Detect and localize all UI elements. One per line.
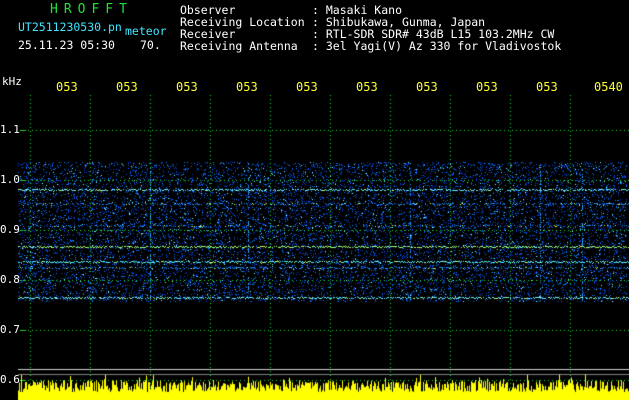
y-tick-label: 1.0 [0, 173, 20, 186]
x-tick-label: 053 [536, 80, 558, 94]
y-tick-label: 0.9 [0, 223, 20, 236]
y-unit-label: kHz [2, 75, 22, 88]
y-tick-label: 1.1 [0, 123, 20, 136]
x-tick-label: 053 [56, 80, 78, 94]
x-tick-label: 053 [476, 80, 498, 94]
detection-count: 70. [140, 38, 161, 52]
hrofft-window: HROFFT UT2511230530.pn meteor 25.11.23 0… [0, 0, 629, 400]
antenna-label: Receiving Antenna [180, 39, 298, 53]
x-tick-label: 053 [176, 80, 198, 94]
date-time: 25.11.23 05:30 [18, 38, 115, 52]
antenna-value: : 3el Yagi(V) Az 330 for Vladivostok [312, 39, 562, 53]
x-tick-label: 053 [356, 80, 378, 94]
mode-label: meteor [125, 24, 167, 38]
y-tick-label: 0.8 [0, 273, 20, 286]
spectrogram-canvas [0, 0, 629, 400]
x-tick-label: 053 [116, 80, 138, 94]
x-tick-label: 053 [236, 80, 258, 94]
y-tick-label: 0.7 [0, 323, 20, 336]
x-tick-label: 053 [296, 80, 318, 94]
x-tick-label: 0540 [594, 80, 623, 94]
y-tick-label: 0.6 [0, 373, 20, 386]
file-name: UT2511230530.pn [18, 20, 122, 34]
brand-title: HROFFT [50, 2, 133, 17]
x-tick-label: 053 [416, 80, 438, 94]
